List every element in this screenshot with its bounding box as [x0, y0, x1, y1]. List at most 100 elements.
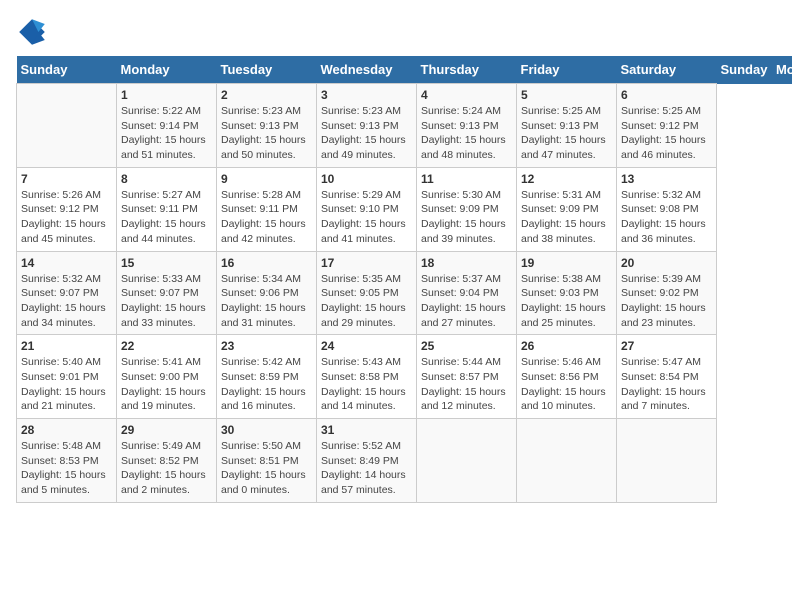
logo-icon: [16, 16, 48, 48]
col-header-sunday: Sunday: [717, 56, 772, 84]
calendar-cell: 23 Sunrise: 5:42 AMSunset: 8:59 PMDayligh…: [217, 335, 317, 419]
day-number: 29: [121, 423, 212, 437]
calendar-cell: 8 Sunrise: 5:27 AMSunset: 9:11 PMDaylight…: [117, 167, 217, 251]
header-friday: Friday: [517, 56, 617, 84]
day-number: 12: [521, 172, 612, 186]
calendar-cell: 4 Sunrise: 5:24 AMSunset: 9:13 PMDaylight…: [417, 84, 517, 168]
day-info: Sunrise: 5:40 AMSunset: 9:01 PMDaylight:…: [21, 355, 112, 414]
day-info: Sunrise: 5:25 AMSunset: 9:13 PMDaylight:…: [521, 104, 612, 163]
day-info: Sunrise: 5:52 AMSunset: 8:49 PMDaylight:…: [321, 439, 412, 498]
day-info: Sunrise: 5:32 AMSunset: 9:08 PMDaylight:…: [621, 188, 712, 247]
calendar-cell: 1 Sunrise: 5:22 AMSunset: 9:14 PMDaylight…: [117, 84, 217, 168]
day-info: Sunrise: 5:34 AMSunset: 9:06 PMDaylight:…: [221, 272, 312, 331]
day-number: 7: [21, 172, 112, 186]
day-number: 28: [21, 423, 112, 437]
calendar-cell: 7 Sunrise: 5:26 AMSunset: 9:12 PMDaylight…: [17, 167, 117, 251]
calendar-cell: 12 Sunrise: 5:31 AMSunset: 9:09 PMDayligh…: [517, 167, 617, 251]
calendar-cell: 14 Sunrise: 5:32 AMSunset: 9:07 PMDayligh…: [17, 251, 117, 335]
day-number: 10: [321, 172, 412, 186]
day-number: 5: [521, 88, 612, 102]
day-info: Sunrise: 5:41 AMSunset: 9:00 PMDaylight:…: [121, 355, 212, 414]
day-info: Sunrise: 5:32 AMSunset: 9:07 PMDaylight:…: [21, 272, 112, 331]
day-info: Sunrise: 5:24 AMSunset: 9:13 PMDaylight:…: [421, 104, 512, 163]
calendar-cell: 29Sunrise: 5:49 AMSunset: 8:52 PMDayligh…: [117, 419, 217, 503]
day-number: 30: [221, 423, 312, 437]
day-info: Sunrise: 5:27 AMSunset: 9:11 PMDaylight:…: [121, 188, 212, 247]
calendar-cell: 11 Sunrise: 5:30 AMSunset: 9:09 PMDayligh…: [417, 167, 517, 251]
logo: [16, 16, 52, 48]
day-info: Sunrise: 5:31 AMSunset: 9:09 PMDaylight:…: [521, 188, 612, 247]
calendar-cell: 6 Sunrise: 5:25 AMSunset: 9:12 PMDaylight…: [617, 84, 717, 168]
day-info: Sunrise: 5:48 AMSunset: 8:53 PMDaylight:…: [21, 439, 112, 498]
calendar-cell: 24 Sunrise: 5:43 AMSunset: 8:58 PMDayligh…: [317, 335, 417, 419]
day-info: Sunrise: 5:23 AMSunset: 9:13 PMDaylight:…: [321, 104, 412, 163]
calendar-cell: 3 Sunrise: 5:23 AMSunset: 9:13 PMDaylight…: [317, 84, 417, 168]
calendar-cell: 15 Sunrise: 5:33 AMSunset: 9:07 PMDayligh…: [117, 251, 217, 335]
day-info: Sunrise: 5:43 AMSunset: 8:58 PMDaylight:…: [321, 355, 412, 414]
calendar-cell: 9 Sunrise: 5:28 AMSunset: 9:11 PMDaylight…: [217, 167, 317, 251]
calendar-cell: 17 Sunrise: 5:35 AMSunset: 9:05 PMDayligh…: [317, 251, 417, 335]
calendar-cell: [17, 84, 117, 168]
header-sunday: Sunday: [17, 56, 117, 84]
day-number: 27: [621, 339, 712, 353]
week-row-3: 14 Sunrise: 5:32 AMSunset: 9:07 PMDayligh…: [17, 251, 792, 335]
calendar-cell: 18 Sunrise: 5:37 AMSunset: 9:04 PMDayligh…: [417, 251, 517, 335]
day-info: Sunrise: 5:44 AMSunset: 8:57 PMDaylight:…: [421, 355, 512, 414]
day-info: Sunrise: 5:39 AMSunset: 9:02 PMDaylight:…: [621, 272, 712, 331]
day-number: 11: [421, 172, 512, 186]
calendar-cell: 25 Sunrise: 5:44 AMSunset: 8:57 PMDayligh…: [417, 335, 517, 419]
day-number: 26: [521, 339, 612, 353]
day-number: 13: [621, 172, 712, 186]
day-info: Sunrise: 5:38 AMSunset: 9:03 PMDaylight:…: [521, 272, 612, 331]
day-number: 1: [121, 88, 212, 102]
week-row-2: 7 Sunrise: 5:26 AMSunset: 9:12 PMDaylight…: [17, 167, 792, 251]
day-number: 14: [21, 256, 112, 270]
day-info: Sunrise: 5:26 AMSunset: 9:12 PMDaylight:…: [21, 188, 112, 247]
day-number: 24: [321, 339, 412, 353]
day-number: 9: [221, 172, 312, 186]
calendar-cell: 22 Sunrise: 5:41 AMSunset: 9:00 PMDayligh…: [117, 335, 217, 419]
day-number: 18: [421, 256, 512, 270]
day-number: 8: [121, 172, 212, 186]
calendar-cell: 13 Sunrise: 5:32 AMSunset: 9:08 PMDayligh…: [617, 167, 717, 251]
header-wednesday: Wednesday: [317, 56, 417, 84]
week-row-4: 21 Sunrise: 5:40 AMSunset: 9:01 PMDayligh…: [17, 335, 792, 419]
day-number: 31: [321, 423, 412, 437]
week-row-5: 28 Sunrise: 5:48 AMSunset: 8:53 PMDayligh…: [17, 419, 792, 503]
page-header: [16, 16, 776, 48]
day-number: 25: [421, 339, 512, 353]
day-info: Sunrise: 5:35 AMSunset: 9:05 PMDaylight:…: [321, 272, 412, 331]
day-number: 20: [621, 256, 712, 270]
day-number: 22: [121, 339, 212, 353]
calendar-cell: 5 Sunrise: 5:25 AMSunset: 9:13 PMDaylight…: [517, 84, 617, 168]
calendar-cell: 10Sunrise: 5:29 AMSunset: 9:10 PMDayligh…: [317, 167, 417, 251]
calendar-cell: 26Sunrise: 5:46 AMSunset: 8:56 PMDayligh…: [517, 335, 617, 419]
calendar-header-row: SundayMondayTuesdayWednesdayThursdayFrid…: [17, 56, 792, 84]
day-info: Sunrise: 5:22 AMSunset: 9:14 PMDaylight:…: [121, 104, 212, 163]
day-number: 21: [21, 339, 112, 353]
calendar-cell: 30 Sunrise: 5:50 AMSunset: 8:51 PMDayligh…: [217, 419, 317, 503]
calendar-table: SundayMondayTuesdayWednesdayThursdayFrid…: [16, 56, 792, 503]
day-info: Sunrise: 5:33 AMSunset: 9:07 PMDaylight:…: [121, 272, 212, 331]
day-info: Sunrise: 5:25 AMSunset: 9:12 PMDaylight:…: [621, 104, 712, 163]
calendar-cell: 16Sunrise: 5:34 AMSunset: 9:06 PMDayligh…: [217, 251, 317, 335]
day-info: Sunrise: 5:42 AMSunset: 8:59 PMDaylight:…: [221, 355, 312, 414]
calendar-cell: [617, 419, 717, 503]
day-info: Sunrise: 5:30 AMSunset: 9:09 PMDaylight:…: [421, 188, 512, 247]
day-info: Sunrise: 5:37 AMSunset: 9:04 PMDaylight:…: [421, 272, 512, 331]
header-saturday: Saturday: [617, 56, 717, 84]
day-number: 6: [621, 88, 712, 102]
day-number: 3: [321, 88, 412, 102]
day-number: 17: [321, 256, 412, 270]
day-info: Sunrise: 5:28 AMSunset: 9:11 PMDaylight:…: [221, 188, 312, 247]
calendar-cell: 2Sunrise: 5:23 AMSunset: 9:13 PMDaylight…: [217, 84, 317, 168]
day-number: 4: [421, 88, 512, 102]
calendar-cell: 27Sunrise: 5:47 AMSunset: 8:54 PMDayligh…: [617, 335, 717, 419]
calendar-cell: 21 Sunrise: 5:40 AMSunset: 9:01 PMDayligh…: [17, 335, 117, 419]
day-info: Sunrise: 5:50 AMSunset: 8:51 PMDaylight:…: [221, 439, 312, 498]
calendar-cell: 19Sunrise: 5:38 AMSunset: 9:03 PMDayligh…: [517, 251, 617, 335]
day-number: 23: [221, 339, 312, 353]
header-tuesday: Tuesday: [217, 56, 317, 84]
day-info: Sunrise: 5:23 AMSunset: 9:13 PMDaylight:…: [221, 104, 312, 163]
day-number: 15: [121, 256, 212, 270]
